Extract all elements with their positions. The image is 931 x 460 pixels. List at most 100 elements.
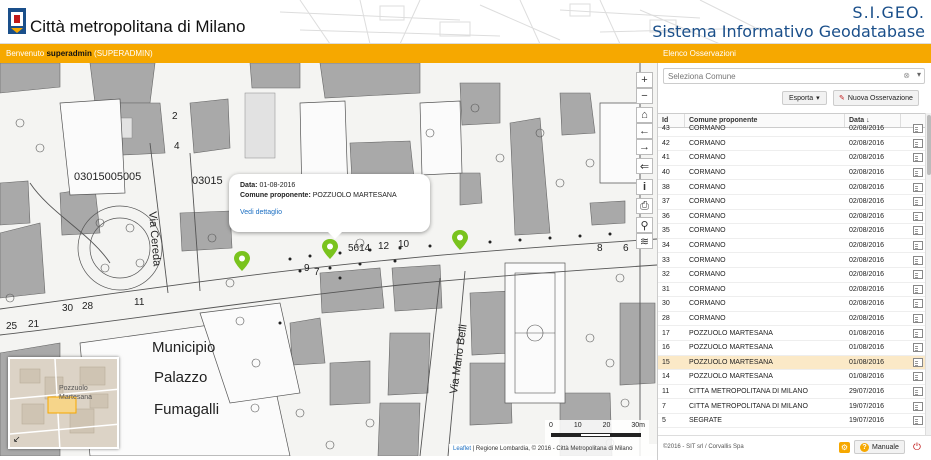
document-icon[interactable] [913, 168, 923, 178]
document-icon[interactable] [913, 372, 923, 382]
panel-footer: ©2016 - SIT srl / Corvallis Spa ⚙ ? Manu… [658, 435, 931, 460]
observation-marker[interactable] [322, 239, 338, 259]
table-row[interactable]: 36 CORMANO 02/08/2016 [658, 210, 925, 225]
document-icon[interactable] [913, 284, 923, 294]
manual-label: Manuale [872, 443, 899, 451]
back-arrow-button[interactable]: ⇐ [636, 158, 653, 174]
row-actions [901, 168, 925, 178]
info-button[interactable]: i [636, 179, 653, 195]
cell-id: 40 [662, 169, 670, 177]
cell-id: 35 [662, 227, 670, 235]
next-extent-button[interactable]: → [636, 139, 653, 155]
new-observation-button[interactable]: ✎ Nuova Osservazione [833, 90, 919, 106]
house-number: 4 [174, 141, 180, 152]
document-icon[interactable] [913, 241, 923, 251]
table-row[interactable]: 35 CORMANO 02/08/2016 [658, 224, 925, 239]
map-view[interactable]: 03015005005 03015 Via Cereda Via Mario B… [0, 63, 657, 456]
document-icon[interactable] [913, 343, 923, 353]
overview-minimap[interactable]: Pozzuolo Martesana ↙ [8, 357, 119, 449]
table-row[interactable]: 33 CORMANO 02/08/2016 [658, 253, 925, 268]
table-row[interactable]: 5 SEGRATE 19/07/2016 [658, 414, 925, 429]
row-actions [901, 211, 925, 221]
table-row[interactable]: 15 POZZUOLO MARTESANA 01/08/2016 [658, 355, 925, 371]
print-button[interactable]: ⎙ [636, 198, 653, 214]
table-scrollbar[interactable] [925, 113, 931, 435]
pencil-icon: ✎ [839, 95, 845, 102]
cell-comune: CORMANO [689, 198, 726, 206]
manual-button[interactable]: ? Manuale [854, 440, 905, 454]
observation-marker[interactable] [234, 251, 250, 271]
table-row[interactable]: 42 CORMANO 02/08/2016 [658, 137, 925, 152]
document-icon[interactable] [913, 153, 923, 163]
parcel-label: 03015005005 [74, 171, 142, 183]
document-icon[interactable] [913, 124, 923, 134]
popup-comune-value: POZZUOLO MARTESANA [312, 192, 397, 199]
table-row[interactable]: 40 CORMANO 02/08/2016 [658, 166, 925, 181]
document-icon[interactable] [913, 270, 923, 280]
table-row[interactable]: 31 CORMANO 02/08/2016 [658, 283, 925, 298]
document-icon[interactable] [913, 299, 923, 309]
table-row[interactable]: 34 CORMANO 02/08/2016 [658, 239, 925, 254]
copyright-text: ©2016 - SIT srl / Corvallis Spa [663, 444, 744, 450]
cell-date: 02/08/2016 [849, 227, 885, 235]
document-icon[interactable] [913, 416, 923, 426]
document-icon[interactable] [913, 328, 923, 338]
minimap-map [10, 359, 117, 447]
chevron-down-icon[interactable]: ▾ [917, 70, 921, 79]
cell-id: 11 [662, 387, 670, 395]
table-row[interactable]: 14 POZZUOLO MARTESANA 01/08/2016 [658, 370, 925, 385]
gear-icon[interactable]: ⚙ [839, 442, 850, 453]
table-row[interactable]: 16 POZZUOLO MARTESANA 01/08/2016 [658, 341, 925, 356]
document-icon[interactable] [913, 226, 923, 236]
popup-detail-link[interactable]: Vedi dettaglio [240, 209, 419, 216]
scrollbar-thumb[interactable] [927, 115, 931, 175]
row-actions [901, 138, 925, 148]
table-row[interactable]: 43 CORMANO 02/08/2016 [658, 122, 925, 137]
cell-comune: CORMANO [689, 256, 726, 264]
observation-marker[interactable] [452, 230, 468, 250]
table-row[interactable]: 11 CITTÀ METROPOLITANA DI MILANO 29/07/201… [658, 385, 925, 400]
document-icon[interactable] [913, 182, 923, 192]
export-button[interactable]: Esporta ▾ [782, 91, 827, 105]
zoom-in-button[interactable]: + [636, 72, 653, 88]
document-icon[interactable] [913, 255, 923, 265]
table-row[interactable]: 37 CORMANO 02/08/2016 [658, 195, 925, 210]
layers-button[interactable]: ≋ [636, 233, 653, 249]
scale-tick: 10 [573, 422, 582, 429]
document-icon[interactable] [913, 401, 923, 411]
table-row[interactable]: 32 CORMANO 02/08/2016 [658, 268, 925, 283]
cell-comune: POZZUOLO MARTESANA [689, 373, 773, 381]
home-button[interactable]: ⌂ [636, 107, 653, 123]
document-icon[interactable] [913, 197, 923, 207]
document-icon[interactable] [913, 386, 923, 396]
table-row[interactable]: 7 CITTÀ METROPOLITANA DI MILANO 19/07/2016 [658, 399, 925, 414]
document-icon[interactable] [913, 357, 923, 367]
prev-extent-button[interactable]: ← [636, 123, 653, 139]
comune-select-input[interactable] [664, 69, 894, 83]
clear-icon[interactable]: ⊗ [903, 71, 910, 80]
row-actions [901, 299, 925, 309]
leaflet-link[interactable]: Leaflet [453, 446, 471, 452]
table-row[interactable]: 17 POZZUOLO MARTESANA 01/08/2016 [658, 326, 925, 341]
cell-id: 17 [662, 329, 670, 337]
chevron-down-icon: ▾ [816, 95, 820, 102]
cell-id: 33 [662, 256, 670, 264]
house-number: 12 [378, 241, 390, 252]
table-row[interactable]: 30 CORMANO 02/08/2016 [658, 297, 925, 312]
document-icon[interactable] [913, 211, 923, 221]
app-acronym: S.I.GEO. [852, 3, 925, 22]
cell-comune: POZZUOLO MARTESANA [689, 344, 773, 352]
document-icon[interactable] [913, 138, 923, 148]
zoom-out-button[interactable]: − [636, 88, 653, 104]
minimap-toggle-icon[interactable]: ↙ [13, 434, 21, 445]
document-icon[interactable] [913, 314, 923, 324]
logout-icon[interactable]: ⏻ [913, 442, 921, 453]
table-row[interactable]: 41 CORMANO 02/08/2016 [658, 151, 925, 166]
cell-id: 28 [662, 315, 670, 323]
comune-select[interactable]: ⊗ ▾ [663, 68, 925, 84]
table-row[interactable]: 38 CORMANO 02/08/2016 [658, 180, 925, 195]
cell-id: 36 [662, 212, 670, 220]
scale-bar: 0 10 20 30m [545, 420, 649, 444]
table-row[interactable]: 28 CORMANO 02/08/2016 [658, 312, 925, 327]
search-button[interactable]: ⚲ [636, 217, 653, 233]
